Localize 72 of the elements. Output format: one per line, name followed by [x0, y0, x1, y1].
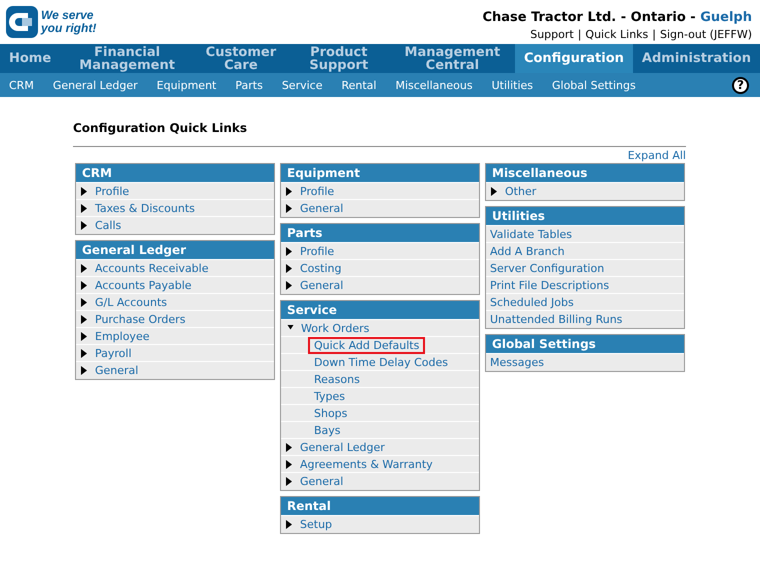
quick-link[interactable]: Down Time Delay Codes	[281, 354, 479, 371]
quick-link[interactable]: Accounts Receivable	[76, 260, 274, 277]
subnav-link[interactable]: Miscellaneous	[395, 78, 473, 92]
header-link[interactable]: Quick Links	[585, 28, 648, 41]
quick-link[interactable]: Employee	[76, 328, 274, 345]
expand-all-link[interactable]: Expand All	[628, 149, 686, 162]
caret-right-icon	[286, 520, 292, 529]
help-button[interactable]: ?	[732, 76, 749, 94]
header-link[interactable]: Sign-out (JEFFW)	[660, 28, 752, 41]
nav-tab[interactable]: Home	[0, 44, 60, 73]
quick-link[interactable]: Add A Branch	[486, 243, 684, 260]
quick-link[interactable]: General	[281, 200, 479, 217]
panel-title: Utilities	[486, 207, 684, 226]
quick-link[interactable]: Shops	[281, 405, 479, 422]
nav-tab[interactable]: Configuration	[514, 44, 633, 73]
quick-link[interactable]: Bays	[281, 422, 479, 439]
quick-link[interactable]: Other	[486, 183, 684, 200]
panel-title: Equipment	[281, 164, 479, 183]
quick-link[interactable]: Profile	[281, 183, 479, 200]
nav-tab[interactable]: Customer Care	[194, 44, 288, 73]
panel-title: General Ledger	[76, 241, 274, 260]
quick-link[interactable]: Server Configuration	[486, 260, 684, 277]
panel-title: CRM	[76, 164, 274, 183]
quick-link[interactable]: Accounts Payable	[76, 277, 274, 294]
quick-link[interactable]: Profile	[281, 243, 479, 260]
quick-link[interactable]: Unattended Billing Runs	[486, 311, 684, 328]
quick-link[interactable]: General	[76, 362, 274, 379]
subnav-link[interactable]: Global Settings	[552, 78, 636, 92]
quick-link[interactable]: Calls	[76, 217, 274, 234]
quick-link[interactable]: Validate Tables	[486, 226, 684, 243]
company-name: Chase Tractor Ltd. - Ontario - Guelph	[482, 10, 752, 25]
quick-link[interactable]: Scheduled Jobs	[486, 294, 684, 311]
subnav-link[interactable]: Utilities	[492, 78, 533, 92]
quick-link[interactable]: Work Orders	[281, 320, 479, 337]
quick-link[interactable]: Taxes & Discounts	[76, 200, 274, 217]
panel-title: Service	[281, 301, 479, 320]
quick-link[interactable]: Print File Descriptions	[486, 277, 684, 294]
panel-title: Global Settings	[486, 335, 684, 354]
subnav-link[interactable]: Rental	[341, 78, 376, 92]
quick-link[interactable]: Purchase Orders	[76, 311, 274, 328]
logo-tagline: We serve	[41, 9, 94, 22]
panel-title: Miscellaneous	[486, 164, 684, 183]
quick-link[interactable]: General	[281, 277, 479, 294]
logo-icon	[6, 6, 38, 38]
quick-link[interactable]: Setup	[281, 516, 479, 533]
subnav-link[interactable]: General Ledger	[52, 78, 138, 92]
nav-tab[interactable]: Administration	[632, 44, 760, 73]
panel-title: Rental	[281, 497, 479, 516]
quick-link[interactable]: Profile	[76, 183, 274, 200]
nav-tab[interactable]: Financial Management	[60, 44, 194, 73]
quick-link[interactable]: Types	[281, 388, 479, 405]
quick-link[interactable]: General Ledger	[281, 439, 479, 456]
quick-link[interactable]: Payroll	[76, 345, 274, 362]
header-link[interactable]: Support	[530, 28, 574, 41]
separator: |	[578, 28, 582, 41]
quick-link[interactable]: Messages	[486, 354, 684, 371]
subnav-link[interactable]: Parts	[235, 78, 263, 92]
quick-link[interactable]: Reasons	[281, 371, 479, 388]
nav-tab[interactable]: Product Support	[288, 44, 390, 73]
subnav-link[interactable]: Equipment	[156, 78, 216, 92]
subnav-link[interactable]: CRM	[9, 78, 34, 92]
quick-link[interactable]: G/L Accounts	[76, 294, 274, 311]
quick-link[interactable]: General	[281, 473, 479, 490]
quick-link[interactable]: Agreements & Warranty	[281, 456, 479, 473]
logo-tagline: you right!	[41, 22, 96, 35]
subnav-link[interactable]: Service	[282, 78, 322, 92]
page-title: Configuration Quick Links	[73, 121, 686, 147]
quick-link[interactable]: Costing	[281, 260, 479, 277]
separator: |	[652, 28, 656, 41]
caret-right-icon	[491, 187, 497, 196]
panel-title: Parts	[281, 224, 479, 243]
nav-tab[interactable]: Management Central	[390, 44, 515, 73]
